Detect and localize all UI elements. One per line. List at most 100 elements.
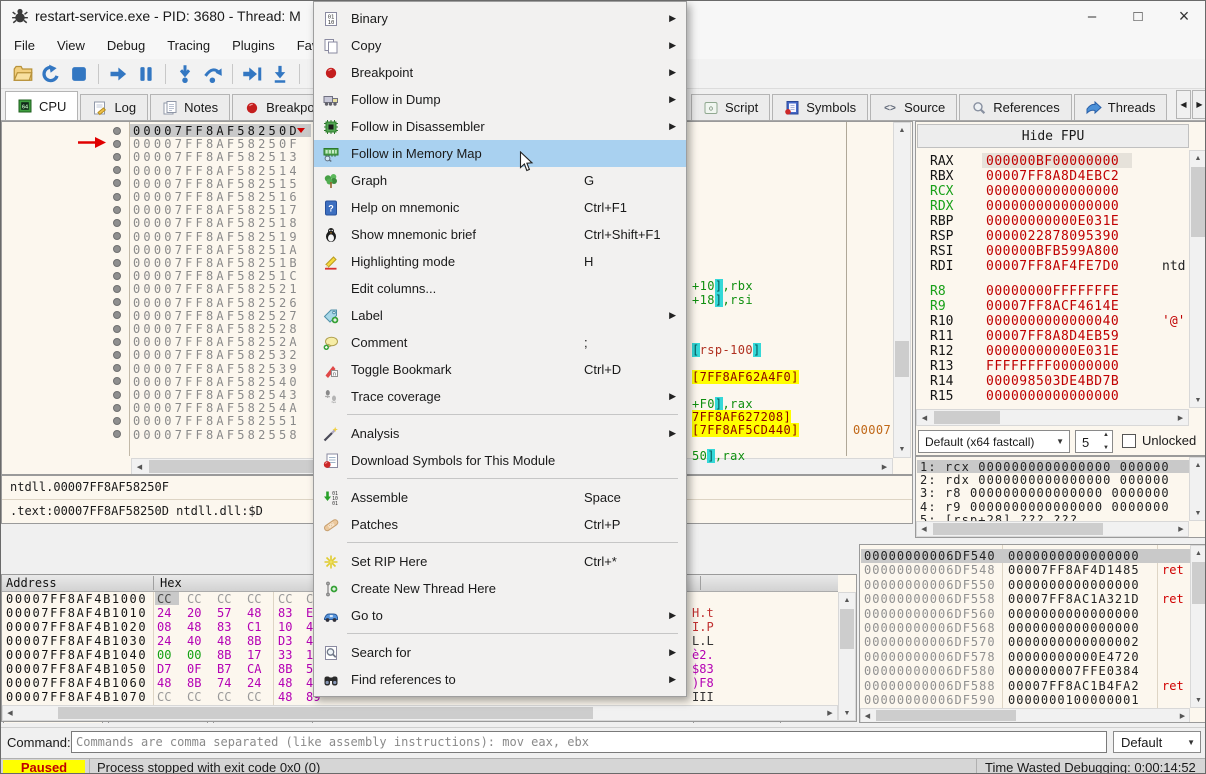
dump-byte[interactable]: 83 [278,606,292,620]
stack-address[interactable]: 00000000006DF588 [864,679,996,693]
dump-byte[interactable]: 00 [157,648,171,662]
breakpoint-dot-icon[interactable] [113,193,121,201]
disasm-address[interactable]: 00007FF8AF582516 [133,190,300,204]
register-name[interactable]: R13 [930,359,953,374]
tab-notes[interactable]: Notes [150,94,230,120]
dump-vscrollbar[interactable]: ▲ ▼ [838,592,856,721]
tab-script[interactable]: oScript [691,94,770,120]
disasm-address[interactable]: 00007FF8AF582532 [133,348,300,362]
argument-row[interactable]: 4: r9 0000000000000000 0000000 [920,500,1170,514]
menu-item-analysis[interactable]: Analysis▶ [314,420,686,447]
scroll-left-icon[interactable]: ◀ [3,706,17,720]
dump-byte[interactable]: 24 [247,676,261,690]
breakpoint-dot-icon[interactable] [113,259,121,267]
disasm-address[interactable]: 00007FF8AF582527 [133,309,300,323]
dump-address[interactable]: 00007FF8AF4B1070 [6,690,147,704]
dump-byte[interactable]: 48 [157,676,171,690]
dump-address[interactable]: 00007FF8AF4B1060 [6,676,147,690]
stack-address[interactable]: 00000000006DF548 [864,563,996,577]
disasm-address[interactable]: 00007FF8AF58251B [133,256,300,270]
stack-vscroll-thumb[interactable] [1192,562,1205,604]
spinner-up-icon[interactable]: ▲ [1103,432,1109,438]
breakpoint-dot-icon[interactable] [113,325,121,333]
menu-item-go-to[interactable]: Go to▶ [314,602,686,629]
breakpoint-dot-icon[interactable] [113,140,121,148]
disasm-fragment[interactable]: +18],rsi [692,293,753,307]
menu-item-graph[interactable]: GraphG [314,167,686,194]
scroll-up-icon[interactable]: ▲ [1191,546,1206,560]
args-hscroll-thumb[interactable] [933,523,1103,535]
stack-address[interactable]: 00000000006DF540 [864,549,996,563]
disasm-fragment[interactable]: 50],rax [692,449,745,463]
dump-byte[interactable]: 48 [278,676,292,690]
tab-references[interactable]: References [959,94,1071,120]
stack-value[interactable]: 000000007FFE0384 [1008,664,1140,678]
restart-button[interactable] [37,61,65,87]
dump-byte[interactable]: 48 [187,620,201,634]
close-button[interactable]: × [1161,1,1206,31]
stack-value[interactable]: 00007FF8AC1A321D [1008,592,1140,606]
dump-byte[interactable]: 0F [187,662,201,676]
dump-byte[interactable]: 8B [187,676,201,690]
scroll-down-icon[interactable]: ▼ [1191,693,1206,707]
menu-item-label[interactable]: Label▶ [314,302,686,329]
breakpoint-dot-icon[interactable] [113,417,121,425]
menubar-item-view[interactable]: View [46,33,96,58]
register-name[interactable]: R15 [930,389,953,404]
stack-value[interactable]: 0000000000000002 [1008,635,1140,649]
disasm-fragment[interactable]: 00007 [853,423,891,437]
menu-item-download-symbols-for-this-module[interactable]: Download Symbols for This Module [314,447,686,474]
stack-address[interactable]: 00000000006DF570 [864,635,996,649]
run-button[interactable] [104,61,132,87]
tab-scroll-left-button[interactable]: ◀ [1176,90,1191,119]
hide-fpu-button[interactable]: Hide FPU [917,124,1189,148]
stack-value[interactable]: 00007FF8AC1B4FA2 [1008,679,1140,693]
tab-scroll-right-button[interactable]: ▶ [1192,90,1206,119]
register-name[interactable]: R8 [930,284,946,299]
scroll-down-icon[interactable]: ▼ [1190,506,1206,520]
scroll-right-icon[interactable]: ▶ [877,459,892,474]
dump-address[interactable]: 00007FF8AF4B1050 [6,662,147,676]
scroll-left-icon[interactable]: ◀ [861,709,874,722]
scroll-left-icon[interactable]: ◀ [917,410,932,425]
dump-byte[interactable]: 08 [157,620,171,634]
register-name[interactable]: RDI [930,259,953,274]
stack-address[interactable]: 00000000006DF558 [864,592,996,606]
stack-hscroll-thumb[interactable] [876,710,1016,721]
breakpoint-dot-icon[interactable] [113,179,121,187]
dump-byte[interactable]: 83 [217,620,231,634]
disasm-address[interactable]: 00007FF8AF582514 [133,164,300,178]
dump-address[interactable]: 00007FF8AF4B1040 [6,648,147,662]
register-value[interactable]: 000000BF00000000 [986,154,1119,169]
disasm-address[interactable]: 00007FF8AF582517 [133,203,300,217]
scroll-down-icon[interactable]: ▼ [839,706,855,720]
stack-value[interactable]: 0000000100000001 [1008,693,1140,707]
dump-byte[interactable]: CC [247,690,261,704]
scroll-up-icon[interactable]: ▲ [839,593,855,607]
breakpoint-dot-icon[interactable] [113,285,121,293]
register-name[interactable]: RAX [930,154,953,169]
menu-item-follow-in-dump[interactable]: Follow in Dump▶ [314,86,686,113]
dump-hscroll-thumb[interactable] [58,707,593,719]
scroll-left-icon[interactable]: ◀ [132,459,147,474]
disasm-fragment[interactable]: 7FF8AF627208] [692,410,791,424]
disasm-address[interactable]: 00007FF8AF582539 [133,362,300,376]
disasm-address[interactable]: 00007FF8AF582551 [133,414,300,428]
arg-count-spinner[interactable]: 5 ▲ ▼ [1075,430,1113,453]
dump-byte[interactable]: 00 [187,648,201,662]
dump-col-address[interactable]: Address [6,576,57,590]
disasm-address[interactable]: 00007FF8AF582543 [133,388,300,402]
step-over-button[interactable] [199,61,227,87]
register-value[interactable]: 00000000FFFFFFFE [986,284,1119,299]
stack-value[interactable]: 0000000000000000 [1008,607,1140,621]
register-name[interactable]: RSP [930,229,953,244]
dump-byte[interactable]: CC [187,592,201,606]
breakpoint-dot-icon[interactable] [113,404,121,412]
scroll-up-icon[interactable]: ▲ [1190,151,1206,165]
command-combo[interactable]: Default▼ [1113,731,1201,753]
dump-byte[interactable]: CC [157,592,171,606]
dump-byte[interactable]: 20 [187,606,201,620]
disasm-address[interactable]: 00007FF8AF58250D [133,124,300,138]
scroll-down-icon[interactable]: ▼ [1190,393,1206,407]
disasm-address[interactable]: 00007FF8AF582515 [133,177,300,191]
